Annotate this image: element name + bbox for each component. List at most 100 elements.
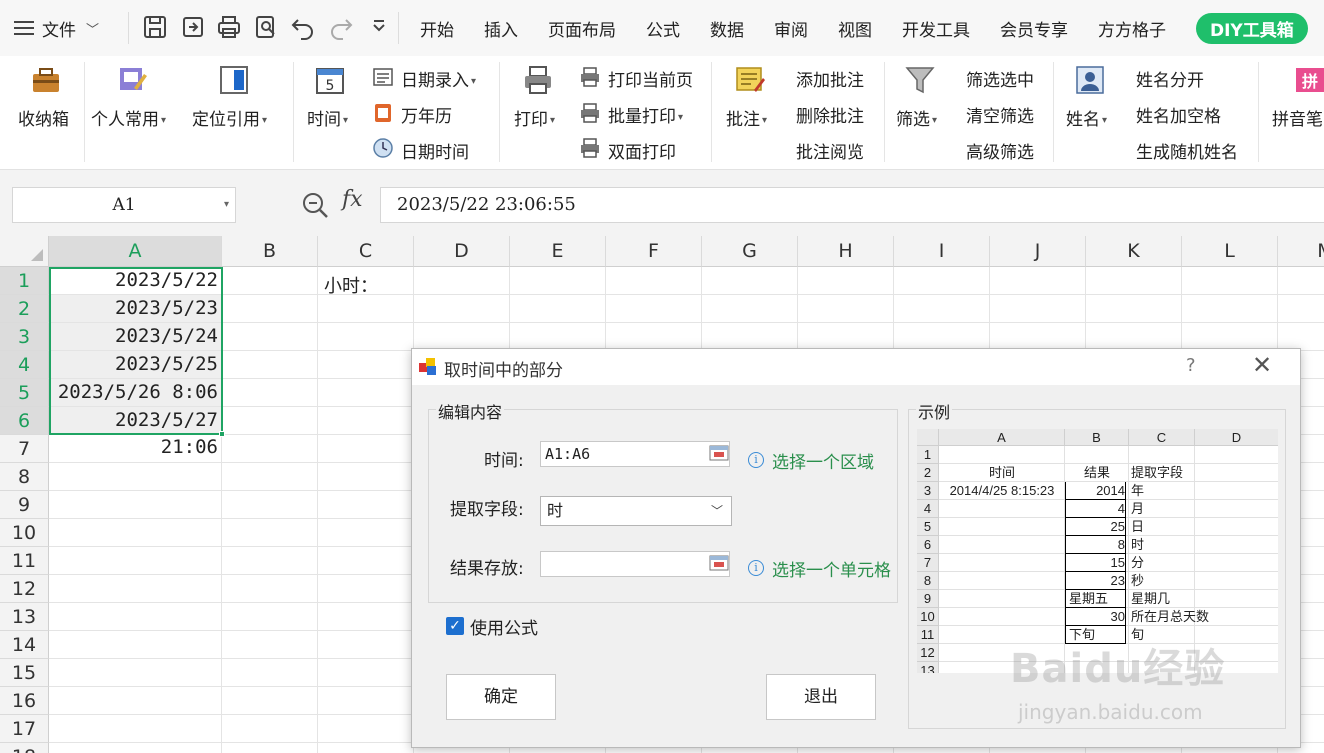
row-header-3[interactable]: 3 bbox=[0, 323, 49, 351]
export-icon[interactable] bbox=[180, 14, 206, 40]
caret-down-icon[interactable]: ▾ bbox=[224, 188, 229, 222]
row-header-5[interactable]: 5 bbox=[0, 379, 49, 407]
row-header-18[interactable]: 18 bbox=[0, 743, 49, 753]
tab-fangfang[interactable]: 方方格子 bbox=[1098, 16, 1166, 41]
example-row-header: 7 bbox=[917, 554, 939, 572]
print-button[interactable]: 打印 ▾ bbox=[514, 105, 555, 130]
tab-developer[interactable]: 开发工具 bbox=[902, 16, 970, 41]
column-header-m[interactable]: M bbox=[1278, 236, 1324, 267]
ok-button[interactable]: 确定 bbox=[446, 674, 556, 720]
formula-input[interactable]: 2023/5/22 23:06:55 bbox=[380, 187, 1324, 223]
filter-selected-button[interactable]: 筛选选中 bbox=[966, 66, 1034, 91]
row-header-15[interactable]: 15 bbox=[0, 659, 49, 687]
filter-button[interactable]: 筛选 ▾ bbox=[896, 105, 937, 130]
toolbox-icon bbox=[33, 68, 59, 92]
field-select[interactable]: 时 ﹀ bbox=[540, 496, 732, 526]
row-header-8[interactable]: 8 bbox=[0, 463, 49, 491]
column-header-l[interactable]: L bbox=[1182, 236, 1278, 267]
tab-review[interactable]: 审阅 bbox=[774, 16, 808, 41]
tab-page-layout[interactable]: 页面布局 bbox=[548, 16, 616, 41]
batch-print-button[interactable]: 批量打印 ▾ bbox=[608, 102, 683, 127]
locate-button[interactable]: 定位引用 ▾ bbox=[192, 105, 267, 130]
row-header-4[interactable]: 4 bbox=[0, 351, 49, 379]
time-button[interactable]: 时间 ▾ bbox=[307, 105, 348, 130]
name-box[interactable]: A1 ▾ bbox=[12, 187, 236, 223]
column-header-c[interactable]: C bbox=[318, 236, 414, 267]
row-header-2[interactable]: 2 bbox=[0, 295, 49, 323]
view-comment-button[interactable]: 批注阅览 bbox=[796, 138, 864, 163]
column-header-b[interactable]: B bbox=[222, 236, 318, 267]
tab-view[interactable]: 视图 bbox=[838, 16, 872, 41]
time-range-input[interactable]: A1:A6 bbox=[540, 441, 730, 467]
duplex-print-button[interactable]: 双面打印 bbox=[608, 138, 676, 163]
perpetual-calendar-button[interactable]: 万年历 bbox=[401, 102, 452, 127]
advanced-filter-button[interactable]: 高级筛选 bbox=[966, 138, 1034, 163]
split-name-button[interactable]: 姓名分开 bbox=[1136, 66, 1204, 91]
row-header-14[interactable]: 14 bbox=[0, 631, 49, 659]
example-result: 星期五 bbox=[1065, 590, 1126, 608]
random-name-button[interactable]: 生成随机姓名 bbox=[1136, 138, 1238, 163]
add-comment-button[interactable]: 添加批注 bbox=[796, 66, 864, 91]
time-label: 时间: bbox=[484, 451, 524, 471]
tab-insert[interactable]: 插入 bbox=[484, 16, 518, 41]
name-button[interactable]: 姓名 ▾ bbox=[1066, 105, 1107, 130]
zoom-search-icon[interactable] bbox=[300, 190, 330, 220]
row-header-13[interactable]: 13 bbox=[0, 603, 49, 631]
comment-button[interactable]: 批注 ▾ bbox=[726, 105, 767, 130]
customize-icon[interactable] bbox=[366, 14, 392, 40]
use-formula-checkbox[interactable]: ✓ bbox=[446, 617, 464, 635]
column-header-e[interactable]: E bbox=[510, 236, 606, 267]
column-header-h[interactable]: H bbox=[798, 236, 894, 267]
tab-formulas[interactable]: 公式 bbox=[646, 16, 680, 41]
row-header-11[interactable]: 11 bbox=[0, 547, 49, 575]
toolbox-button[interactable]: 收纳箱 bbox=[18, 105, 69, 130]
redo-icon[interactable] bbox=[328, 14, 354, 40]
row-header-9[interactable]: 9 bbox=[0, 491, 49, 519]
row-header-17[interactable]: 17 bbox=[0, 715, 49, 743]
fill-handle[interactable] bbox=[219, 431, 225, 437]
row-header-12[interactable]: 12 bbox=[0, 575, 49, 603]
help-icon[interactable]: ? bbox=[1186, 355, 1196, 376]
divider bbox=[398, 12, 399, 44]
select-all-corner[interactable] bbox=[0, 236, 49, 267]
save-icon[interactable] bbox=[142, 14, 168, 40]
name-add-space-button[interactable]: 姓名加空格 bbox=[1136, 102, 1221, 127]
column-header-f[interactable]: F bbox=[606, 236, 702, 267]
row-header-6[interactable]: 6 bbox=[0, 407, 49, 435]
print-preview-icon[interactable] bbox=[253, 14, 279, 40]
cell-c1[interactable]: 小时： bbox=[324, 272, 378, 298]
column-header-j[interactable]: J bbox=[990, 236, 1086, 267]
column-header-i[interactable]: I bbox=[894, 236, 990, 267]
result-cell-input[interactable] bbox=[540, 551, 730, 577]
cell-picker-icon[interactable] bbox=[709, 555, 729, 571]
tab-data[interactable]: 数据 bbox=[710, 16, 744, 41]
column-header-a[interactable]: A bbox=[49, 236, 222, 267]
column-header-d[interactable]: D bbox=[414, 236, 510, 267]
clear-filter-button[interactable]: 清空筛选 bbox=[966, 102, 1034, 127]
row-header-1[interactable]: 1 bbox=[0, 267, 49, 295]
filter-icon bbox=[905, 67, 935, 94]
pinyin-button[interactable]: 拼音笔 bbox=[1272, 105, 1323, 130]
file-menu[interactable]: 文件 ﹀ bbox=[14, 14, 99, 42]
exit-button[interactable]: 退出 bbox=[766, 674, 876, 720]
personal-button[interactable]: 个人常用 ▾ bbox=[91, 105, 166, 130]
close-icon[interactable]: ✕ bbox=[1252, 351, 1272, 379]
insert-function-icon[interactable]: fx bbox=[342, 187, 363, 212]
row-header-7[interactable]: 7 bbox=[0, 435, 49, 463]
baidu-watermark-logo: Baidu经验 bbox=[1010, 646, 1226, 692]
row-header-10[interactable]: 10 bbox=[0, 519, 49, 547]
column-header-g[interactable]: G bbox=[702, 236, 798, 267]
print-icon[interactable] bbox=[216, 14, 242, 40]
undo-icon[interactable] bbox=[290, 14, 316, 40]
date-input-button[interactable]: 日期录入 ▾ bbox=[401, 66, 476, 91]
delete-comment-button[interactable]: 删除批注 bbox=[796, 102, 864, 127]
print-current-button[interactable]: 打印当前页 bbox=[608, 66, 693, 91]
tab-diy-toolbox[interactable]: DIY工具箱 bbox=[1196, 12, 1308, 44]
tab-home[interactable]: 开始 bbox=[420, 16, 454, 41]
row-header-16[interactable]: 16 bbox=[0, 687, 49, 715]
datetime-button[interactable]: 日期时间 bbox=[401, 138, 469, 163]
example-row-header: 10 bbox=[917, 608, 939, 626]
column-header-k[interactable]: K bbox=[1086, 236, 1182, 267]
tab-member[interactable]: 会员专享 bbox=[1000, 16, 1068, 41]
range-picker-icon[interactable] bbox=[709, 445, 729, 461]
